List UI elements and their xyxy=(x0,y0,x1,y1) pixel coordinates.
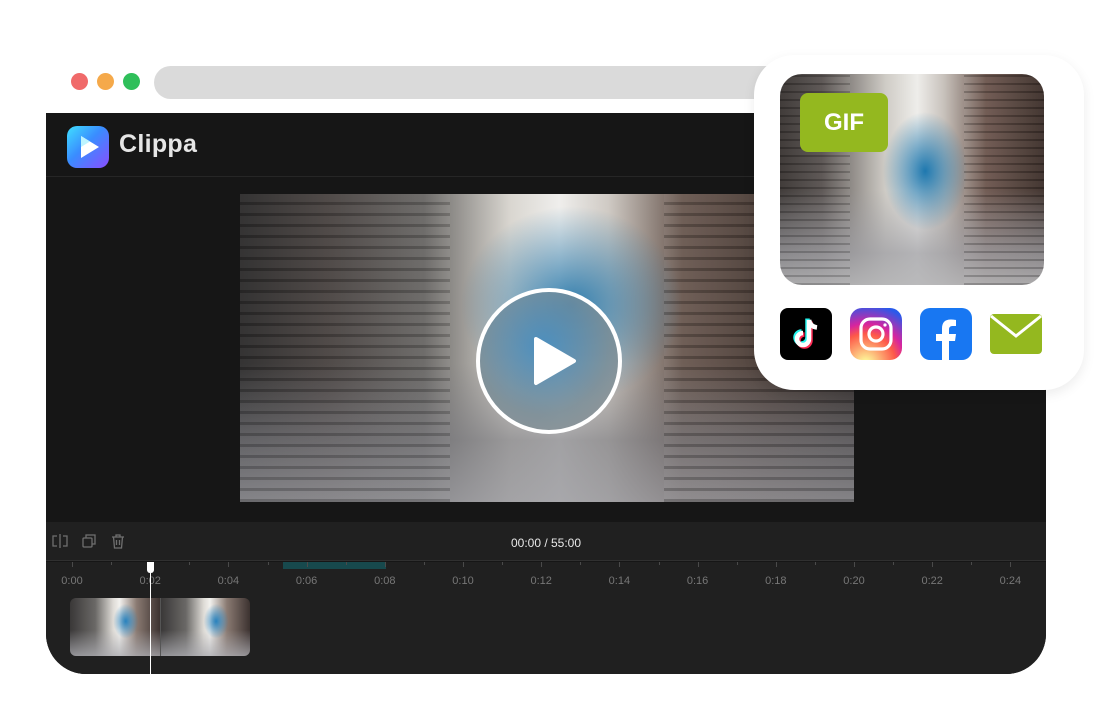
ruler-tick-label: 0:10 xyxy=(452,575,474,587)
ruler-minor-tick xyxy=(580,562,582,565)
timeline[interactable]: 0:000:020:040:060:080:100:120:140:160:18… xyxy=(46,562,1046,674)
ruler-tick-label: 0:16 xyxy=(686,575,709,587)
ruler-tick xyxy=(932,562,934,567)
address-bar[interactable] xyxy=(154,66,794,99)
timecode: 00:00 / 55:00 xyxy=(510,536,582,550)
ruler-minor-tick xyxy=(345,562,347,565)
share-panel: GIF xyxy=(754,55,1084,390)
ruler-tick xyxy=(1010,562,1012,567)
ruler-tick xyxy=(697,562,699,567)
ruler-tick xyxy=(228,562,230,567)
play-button[interactable] xyxy=(476,288,622,434)
playhead-handle[interactable] xyxy=(147,562,154,573)
close-window-button[interactable] xyxy=(71,73,88,90)
clip-thumbnail xyxy=(159,598,250,656)
ruler-tick-label: 0:08 xyxy=(374,575,396,587)
video-frame-left-wall xyxy=(240,194,450,502)
gif-frame-right-wall xyxy=(964,74,1044,285)
maximize-window-button[interactable] xyxy=(123,73,140,90)
video-clip-track[interactable] xyxy=(70,598,250,656)
ruler-tick-label: 0:18 xyxy=(765,575,787,587)
ruler-minor-tick xyxy=(736,562,738,565)
ruler-minor-tick xyxy=(658,562,660,565)
minimize-window-button[interactable] xyxy=(97,73,114,90)
play-icon xyxy=(534,337,576,385)
ruler-tick-label: 0:20 xyxy=(843,575,865,587)
tiktok-icon[interactable] xyxy=(780,308,832,360)
ruler-tick xyxy=(619,562,621,567)
gif-badge: GIF xyxy=(800,93,888,152)
ruler-tick xyxy=(854,562,855,567)
instagram-icon[interactable] xyxy=(850,308,902,360)
ruler-tick-label: 0:22 xyxy=(921,575,943,587)
ruler-minor-tick xyxy=(971,562,973,565)
ruler-tick xyxy=(384,562,386,567)
window-controls xyxy=(71,73,140,90)
ruler-tick-label: 0:06 xyxy=(295,575,318,587)
facebook-icon[interactable] xyxy=(920,308,972,360)
ruler-tick xyxy=(306,562,308,567)
ruler-minor-tick xyxy=(189,562,191,565)
mail-icon[interactable] xyxy=(990,308,1042,360)
ruler-minor-tick xyxy=(893,562,895,565)
clippa-logo-icon xyxy=(67,126,109,168)
ruler-tick-label: 0:14 xyxy=(608,575,631,587)
ruler-selection-range xyxy=(283,562,386,569)
playhead-line[interactable] xyxy=(150,562,151,674)
ruler-tick xyxy=(463,562,464,567)
ruler-tick xyxy=(72,562,73,567)
ruler-minor-tick xyxy=(502,562,504,565)
ruler-tick-label: 0:24 xyxy=(999,575,1022,587)
ruler-tick-label: 0:00 xyxy=(61,575,83,587)
clip-thumbnail xyxy=(70,598,160,656)
ruler-tick-label: 0:04 xyxy=(217,575,240,587)
brand-name: Clippa xyxy=(119,130,198,158)
ruler-minor-tick xyxy=(423,562,425,565)
timeline-toolbar: 00:00 / 55:00 xyxy=(46,522,1046,561)
ruler-minor-tick xyxy=(814,562,816,565)
ruler-minor-tick xyxy=(267,562,269,565)
ruler-minor-tick xyxy=(111,562,113,565)
ruler-tick xyxy=(775,562,777,567)
ruler-tick xyxy=(541,562,543,567)
ruler-tick-label: 0:12 xyxy=(530,575,552,587)
